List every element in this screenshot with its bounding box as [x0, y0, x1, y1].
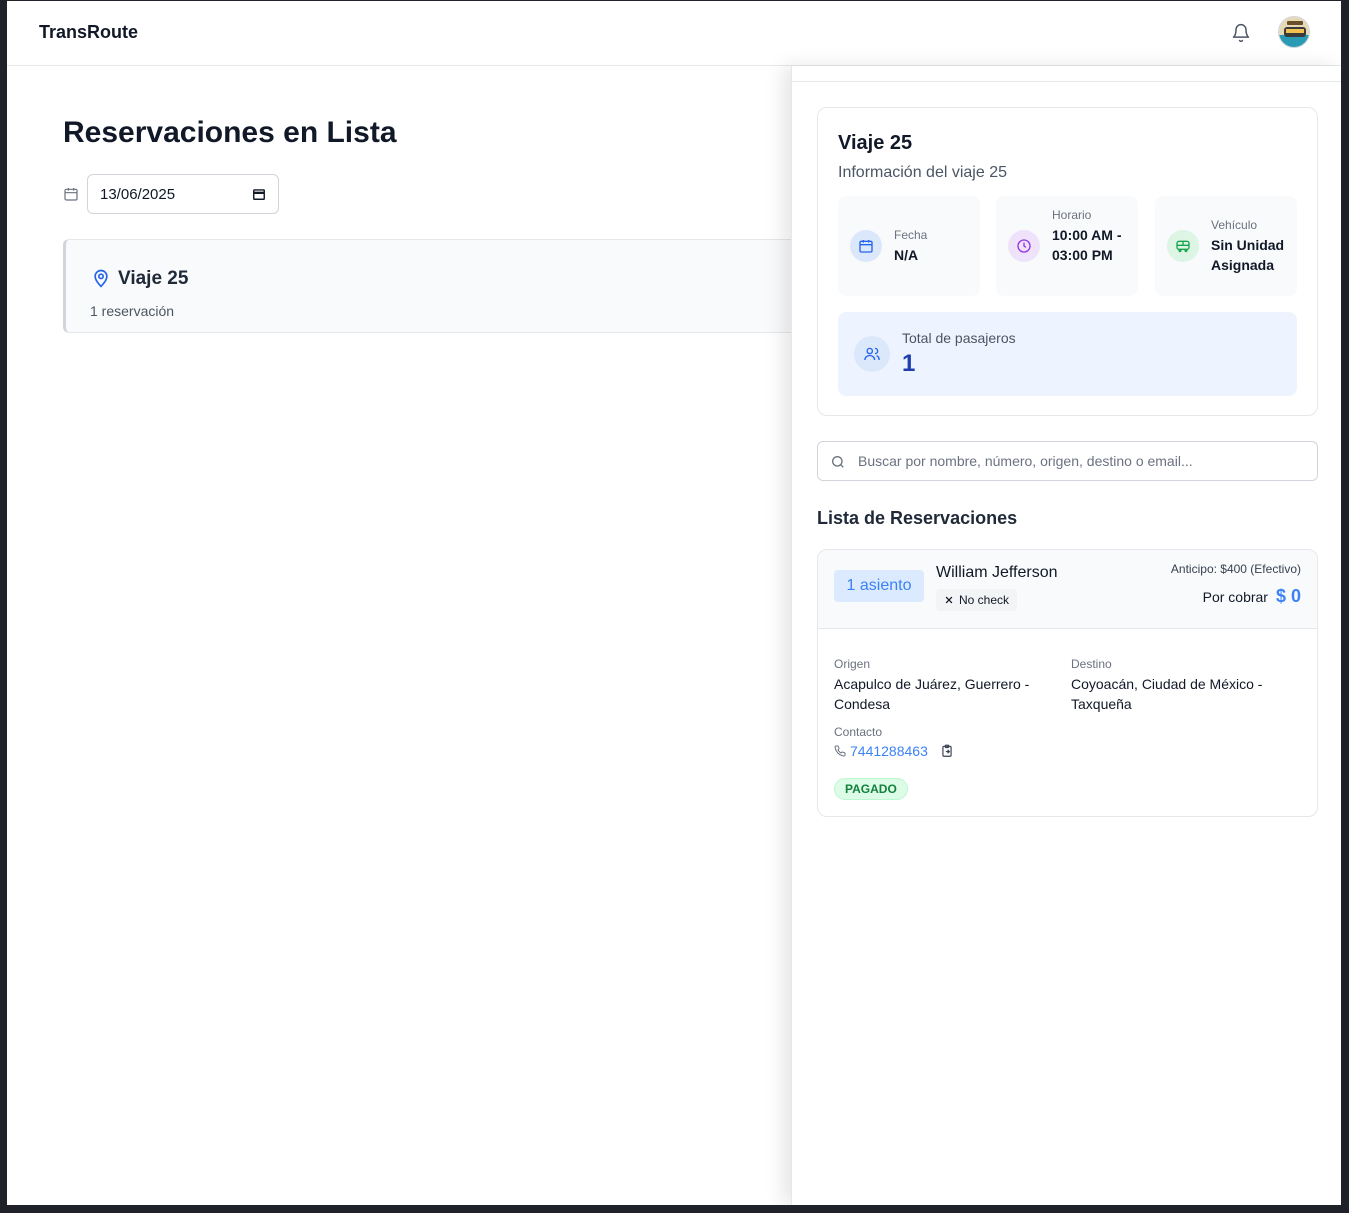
search-input[interactable] [858, 442, 1308, 480]
stat-fecha-value: N/A [894, 247, 919, 263]
payment-status-badge: PAGADO [834, 778, 908, 800]
close-icon [945, 596, 953, 604]
trip-info-card: Viaje 25 Información del viaje 25 Fecha … [817, 107, 1318, 416]
por-cobrar-amount: $ 0 [1275, 586, 1301, 606]
panel-divider [792, 81, 1341, 82]
destination-field: Destino Coyoacán, Ciudad de México - Tax… [1071, 657, 1291, 714]
users-icon [854, 336, 890, 372]
map-pin-icon [94, 269, 108, 288]
stat-horario: Horario 10:00 AM - 03:00 PM [996, 196, 1138, 296]
contact-label: Contacto [834, 725, 883, 739]
calendar-icon [64, 188, 78, 201]
por-cobrar: Por cobrar $ 0 [1203, 586, 1301, 607]
total-passengers-value: 1 [902, 350, 916, 377]
stat-fecha-label: Fecha [894, 228, 928, 242]
check-status-badge[interactable]: No check [936, 589, 1018, 611]
reservation-search[interactable] [817, 441, 1318, 481]
seat-count-badge: 1 asiento [834, 570, 924, 602]
brand-logo-text[interactable]: TransRoute [39, 22, 138, 43]
search-icon [832, 456, 844, 468]
avatar-image [1279, 17, 1309, 47]
check-status-label: No check [959, 593, 1010, 607]
app-window: TransRoute Reservaciones en Lista 13/06/… [7, 1, 1341, 1205]
stat-vehiculo-label: Vehículo [1211, 218, 1258, 232]
contact-field: Contacto 7441288463 [834, 725, 1034, 759]
trip-card[interactable]: Viaje 25 1 reservación [63, 239, 803, 333]
reservation-card[interactable]: 1 asiento William Jefferson No check Ant… [817, 549, 1318, 817]
phone-link[interactable]: 7441288463 [850, 743, 928, 759]
trip-reservation-count: 1 reservación [90, 303, 175, 319]
date-filter: 13/06/2025 [63, 174, 303, 214]
trip-name: Viaje 25 [118, 268, 189, 289]
trip-info-title: Viaje 25 [838, 132, 913, 154]
destination-label: Destino [1071, 657, 1112, 671]
calendar-picker-icon[interactable] [252, 187, 266, 201]
stat-horario-label: Horario [1052, 208, 1092, 222]
bell-icon[interactable] [1231, 23, 1251, 43]
total-passengers-label: Total de pasajeros [902, 330, 1016, 346]
origin-label: Origen [834, 657, 871, 671]
phone-icon [834, 745, 846, 757]
calendar-icon [850, 230, 882, 262]
stat-vehiculo-value: Sin Unidad Asignada [1211, 237, 1285, 273]
page-title: Reservaciones en Lista [63, 116, 397, 149]
stat-vehiculo: Vehículo Sin Unidad Asignada [1155, 196, 1297, 296]
user-avatar[interactable] [1278, 16, 1310, 48]
stat-fecha: Fecha N/A [838, 196, 980, 296]
phone-row: 7441288463 [834, 743, 1034, 759]
clock-icon [1008, 230, 1040, 262]
date-input-value: 13/06/2025 [100, 185, 176, 203]
origin-value: Acapulco de Juárez, Guerrero - Condesa [834, 676, 1030, 712]
destination-value: Coyoacán, Ciudad de México - Taxqueña [1071, 676, 1263, 712]
anticipo-text: Anticipo: $400 (Efectivo) [1170, 562, 1301, 576]
trip-info-subtitle: Información del viaje 25 [838, 164, 1007, 181]
stat-horario-value: 10:00 AM - 03:00 PM [1052, 227, 1122, 263]
origin-field: Origen Acapulco de Juárez, Guerrero - Co… [834, 657, 1054, 714]
top-navbar: TransRoute [7, 1, 1341, 66]
passenger-name: William Jefferson [936, 564, 1058, 581]
date-input[interactable]: 13/06/2025 [87, 174, 279, 214]
por-cobrar-label: Por cobrar [1202, 589, 1268, 605]
total-passengers-box: Total de pasajeros 1 [838, 312, 1297, 396]
bus-icon [1167, 230, 1199, 262]
reservation-card-header: 1 asiento William Jefferson No check Ant… [818, 550, 1317, 629]
trip-detail-panel: Viaje 25 Información del viaje 25 Fecha … [791, 66, 1341, 1205]
clipboard-copy-icon[interactable] [940, 744, 954, 758]
reservations-list-title: Lista de Reservaciones [817, 508, 1018, 528]
